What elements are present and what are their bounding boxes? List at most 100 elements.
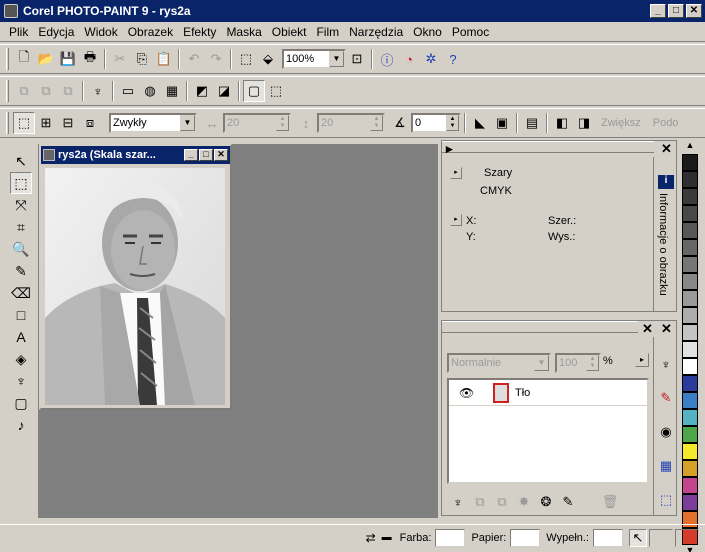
- menu-widok[interactable]: Widok: [79, 25, 122, 39]
- feather-icon[interactable]: ◣: [469, 112, 491, 134]
- width-field[interactable]: 20 ▲ ▼: [223, 113, 291, 133]
- merge-mode-combo[interactable]: Normalnie ▼: [447, 353, 551, 373]
- position-menu-icon[interactable]: ▸: [450, 214, 462, 226]
- fill-tool-icon[interactable]: ◈: [10, 348, 32, 370]
- combine-objects-icon[interactable]: ⧉: [491, 491, 513, 513]
- info-tab-icon[interactable]: i: [658, 175, 674, 189]
- layer-thumbnail[interactable]: [493, 383, 509, 403]
- opacity-field[interactable]: 100 ▲ ▼: [555, 353, 601, 373]
- color-swap-icon[interactable]: ⇄: [366, 531, 376, 545]
- menu-plik[interactable]: Plik: [4, 25, 33, 39]
- palette-swatch[interactable]: [682, 426, 698, 443]
- document-title-bar[interactable]: rys2a (Skala szar... _ □ ✕: [41, 146, 230, 164]
- menu-pomoc[interactable]: Pomoc: [447, 25, 494, 39]
- info-icon[interactable]: ⓘ: [376, 48, 398, 70]
- menu-narzedzia[interactable]: Narzędzia: [344, 25, 408, 39]
- palette-swatch[interactable]: [682, 341, 698, 358]
- image-sprayer-tool-icon[interactable]: ♪: [10, 414, 32, 436]
- palette-swatch[interactable]: [682, 324, 698, 341]
- eraser-tool-icon[interactable]: ⌫: [10, 282, 32, 304]
- additive-mode-icon[interactable]: ⊞: [35, 112, 57, 134]
- mask-transform-tool-icon[interactable]: ⤧: [10, 194, 32, 216]
- lens-tab-icon[interactable]: ◉: [655, 421, 677, 443]
- marquee-visible-icon[interactable]: ▢: [243, 80, 265, 102]
- mask-invert-icon[interactable]: ▦: [161, 80, 183, 102]
- doc-maximize-button[interactable]: □: [199, 149, 213, 161]
- chevron-down-icon[interactable]: ▼: [180, 115, 195, 131]
- menu-obrazek[interactable]: Obrazek: [123, 25, 178, 39]
- palette-swatch[interactable]: [682, 460, 698, 477]
- rectangle-tool-icon[interactable]: □: [10, 304, 32, 326]
- document-window[interactable]: rys2a (Skala szar... _ □ ✕: [39, 144, 232, 410]
- shrink-mask-icon[interactable]: ◨: [573, 112, 595, 134]
- new-file-icon[interactable]: 🗋: [13, 48, 35, 70]
- delete-object-icon[interactable]: ✸: [513, 491, 535, 513]
- effect-tool-icon[interactable]: ▢: [10, 392, 32, 414]
- brush-tab-icon[interactable]: ✎: [655, 387, 677, 409]
- color-tab-icon[interactable]: ▦: [655, 455, 677, 477]
- color-manage-icon[interactable]: ◔: [398, 48, 420, 70]
- menu-edycja[interactable]: Edycja: [33, 25, 79, 39]
- clone-tool-icon[interactable]: ♆: [10, 370, 32, 392]
- mask-mode-icon[interactable]: ▤: [521, 112, 543, 134]
- objects-panel-close-icon[interactable]: ✕: [661, 321, 672, 337]
- whats-this-icon[interactable]: ?: [442, 48, 464, 70]
- palette-swatch[interactable]: [682, 358, 698, 375]
- chevron-down-icon[interactable]: ▼: [329, 51, 344, 67]
- angle-field[interactable]: 0 ▲ ▼: [411, 113, 461, 133]
- default-colors-icon[interactable]: ▬: [382, 532, 392, 543]
- menu-obiekt[interactable]: Obiekt: [267, 25, 312, 39]
- podo-label[interactable]: Podo: [653, 117, 679, 129]
- mask-tab-icon[interactable]: ⬚: [655, 489, 677, 511]
- zoom-fit-icon[interactable]: ⊡: [346, 48, 368, 70]
- palette-swatch[interactable]: [682, 375, 698, 392]
- palette-swatch[interactable]: [682, 171, 698, 188]
- export-icon[interactable]: ⬙: [257, 48, 279, 70]
- object-split-icon[interactable]: ⧉: [57, 80, 79, 102]
- angle-spinner-icon[interactable]: ▲ ▼: [446, 115, 459, 131]
- width-spinner-icon[interactable]: ▲ ▼: [276, 115, 289, 131]
- object-merge-icon[interactable]: ⧉: [13, 80, 35, 102]
- pick-tool-icon[interactable]: ↖: [10, 150, 32, 172]
- doc-minimize-button[interactable]: _: [184, 149, 198, 161]
- mask-circle-icon[interactable]: ◍: [139, 80, 161, 102]
- eye-icon[interactable]: 👁: [459, 386, 474, 400]
- palette-swatch[interactable]: [682, 256, 698, 273]
- crop-tool-icon[interactable]: ⌗: [10, 216, 32, 238]
- farba-swatch[interactable]: [435, 528, 466, 547]
- objects-docker-grip[interactable]: [442, 321, 638, 333]
- marquee-hidden-icon[interactable]: ⬚: [265, 80, 287, 102]
- subtractive-mode-icon[interactable]: ⊟: [57, 112, 79, 134]
- trash-icon[interactable]: 🗑: [599, 491, 621, 513]
- text-tool-icon[interactable]: A: [10, 326, 32, 348]
- menu-efekty[interactable]: Efekty: [178, 25, 221, 39]
- palette-swatch[interactable]: [682, 205, 698, 222]
- palette-swatch[interactable]: [682, 443, 698, 460]
- mask-rect-icon[interactable]: ▭: [117, 80, 139, 102]
- zoom-combo[interactable]: 100% ▼: [282, 49, 346, 69]
- layer-list[interactable]: 👁 Tło: [447, 378, 649, 484]
- palette-swatch[interactable]: [682, 154, 698, 171]
- print-icon[interactable]: 🖶: [79, 48, 101, 70]
- mask-paint-icon[interactable]: ◩: [191, 80, 213, 102]
- portrait-photo[interactable]: [45, 168, 225, 405]
- layer-row[interactable]: 👁 Tło: [449, 380, 647, 406]
- info-docker-grip[interactable]: [442, 141, 654, 153]
- layer-name[interactable]: Tło: [515, 387, 530, 399]
- info-docker-close-icon[interactable]: ✕: [661, 141, 672, 157]
- open-folder-icon[interactable]: 📂: [35, 48, 57, 70]
- xor-mode-icon[interactable]: ⧈: [79, 112, 101, 134]
- palette-swatch[interactable]: [682, 273, 698, 290]
- copy-icon[interactable]: ⎘: [131, 48, 153, 70]
- zwieksz-label[interactable]: Zwiększ: [601, 117, 641, 129]
- close-button[interactable]: ✕: [686, 4, 702, 18]
- object-picker-icon[interactable]: ♆: [447, 491, 469, 513]
- objects-docker-close-icon[interactable]: ✕: [642, 321, 653, 337]
- menu-okno[interactable]: Okno: [408, 25, 447, 39]
- color-mode-menu-icon[interactable]: ▸: [450, 167, 462, 179]
- save-icon[interactable]: 💾: [57, 48, 79, 70]
- grow-mask-icon[interactable]: ◧: [551, 112, 573, 134]
- height-field[interactable]: 20 ▲ ▼: [317, 113, 385, 133]
- info-tab-label[interactable]: Informacje o obrazku: [657, 193, 669, 296]
- objects-menu-icon[interactable]: ▸: [635, 353, 649, 367]
